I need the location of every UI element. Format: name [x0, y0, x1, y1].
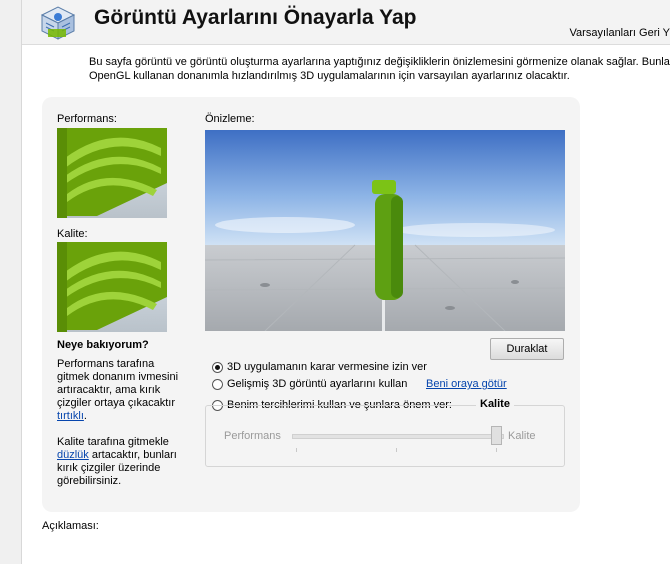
page-title: Görüntü Ayarlarını Önayarla Yap [94, 6, 417, 29]
slider-tick [496, 448, 497, 452]
radio-let-app-decide[interactable]: 3D uygulamanın karar vermesine izin ver [212, 361, 427, 373]
slider-right-label: Kalite [508, 430, 536, 442]
take-me-there-link[interactable]: Beni oraya götür [426, 378, 507, 390]
description-footer-label: Açıklaması: [42, 520, 99, 532]
performance-explanation-text: Performans tarafına gitmek donanım ivmes… [57, 358, 179, 409]
pause-button[interactable]: Duraklat [490, 338, 564, 360]
radio-advanced-settings-label: Gelişmiş 3D görüntü ayarlarını kullan [227, 378, 408, 390]
description-line-1: Bu sayfa görüntü ve görüntü oluşturma ay… [89, 56, 670, 68]
preview-settings-panel: Performans: Kalite: Neye bakıyorum? Perf… [42, 97, 580, 512]
quality-label: Kalite: [57, 228, 88, 240]
quality-explanation: Kalite tarafına gitmekle düzlük artacakt… [57, 436, 187, 488]
performance-explanation: Performans tarafına gitmek donanım ivmes… [57, 358, 187, 423]
quality-preview-thumbnail [57, 242, 167, 332]
performance-label: Performans: [57, 113, 117, 125]
jagged-link[interactable]: tırtıklı [57, 410, 84, 422]
performance-explanation-end: . [83, 410, 87, 422]
quality-slider-track[interactable] [292, 434, 504, 439]
performance-preview-thumbnail [57, 128, 167, 218]
description-line-2: OpenGL kullanan donanımla hızlandırılmış… [89, 70, 570, 82]
page-description: Bu sayfa görüntü ve görüntü oluşturma ay… [89, 55, 670, 83]
smoothness-link[interactable]: düzlük [57, 449, 89, 461]
slider-left-label: Performans [224, 430, 281, 442]
what-am-i-looking-at-heading: Neye bakıyorum? [57, 339, 149, 351]
quality-slider-thumb[interactable] [491, 426, 502, 445]
quality-explanation-text: Kalite tarafına gitmekle [57, 436, 169, 448]
left-navigation-strip [0, 0, 22, 564]
slider-tick [396, 448, 397, 452]
radio-button-selected[interactable] [212, 361, 223, 373]
3d-preview-viewport [205, 130, 565, 331]
quality-slider-group: Kalite Performans Kalite [205, 398, 565, 467]
3d-settings-cube-icon [40, 6, 76, 40]
restore-defaults-link[interactable]: Varsayılanları Geri Y [570, 27, 670, 39]
slider-tick [296, 448, 297, 452]
radio-let-app-decide-label: 3D uygulamanın karar vermesine izin ver [227, 361, 427, 373]
radio-button[interactable] [212, 378, 223, 390]
preview-label: Önizleme: [205, 113, 255, 125]
slider-group-title: Kalite [476, 398, 514, 410]
explanation-section: Neye bakıyorum? Performans tarafına gitm… [57, 339, 187, 488]
radio-advanced-settings[interactable]: Gelişmiş 3D görüntü ayarlarını kullan [212, 378, 407, 390]
page-header: Görüntü Ayarlarını Önayarla Yap Varsayıl… [22, 0, 670, 45]
